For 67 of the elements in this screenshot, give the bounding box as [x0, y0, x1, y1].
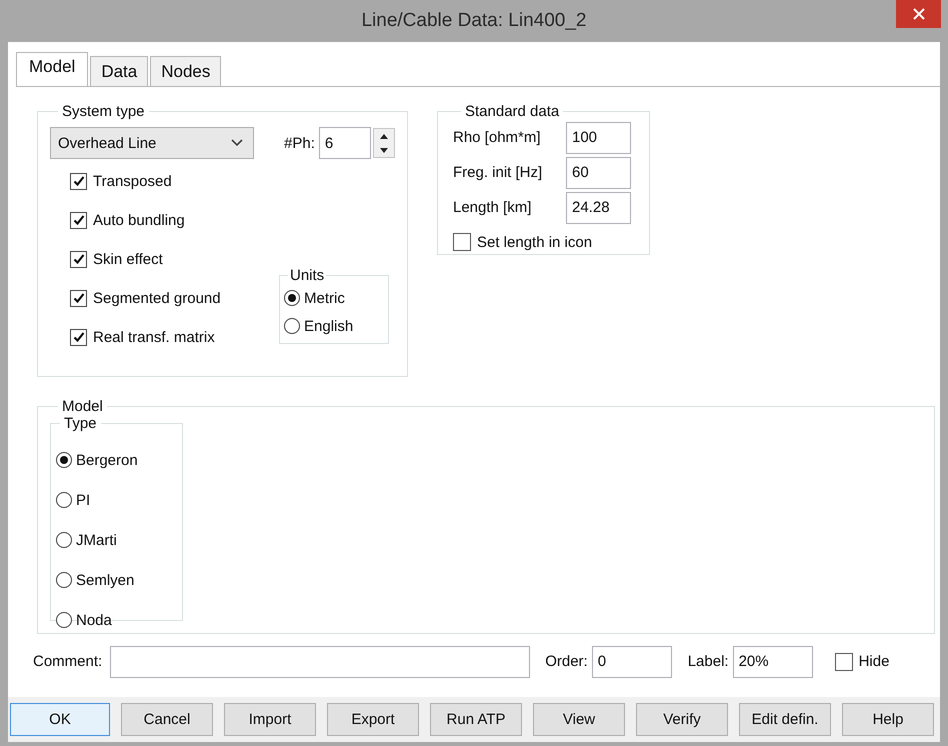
radio-label: Semlyen — [76, 572, 134, 588]
group-title: Model — [61, 398, 104, 415]
field-label: Label: — [688, 653, 729, 670]
tab[interactable]: Nodes — [150, 56, 222, 86]
close-button[interactable] — [896, 0, 941, 28]
dialog-button[interactable]: Run ATP — [430, 703, 522, 736]
field-label: #Ph: — [284, 134, 315, 152]
radio-button[interactable] — [56, 612, 72, 628]
system-type-dropdown[interactable]: Overhead Line — [50, 127, 254, 159]
tab[interactable]: Data — [90, 56, 148, 86]
checkbox[interactable] — [70, 212, 87, 228]
down-arrow-icon — [380, 148, 388, 152]
input-field[interactable]: 100 — [566, 122, 631, 154]
dialog-button[interactable]: Edit defin. — [739, 703, 831, 736]
checkbox-label: Hide — [858, 653, 890, 670]
label-field[interactable]: 20% — [732, 646, 813, 678]
spinner[interactable] — [372, 128, 395, 158]
phases-field[interactable]: 6 — [318, 127, 371, 159]
radio-label: Noda — [76, 612, 112, 628]
radio-label: Metric — [304, 290, 345, 306]
dialog-button[interactable]: OK — [10, 703, 110, 736]
group-title: Units — [289, 267, 326, 284]
checkbox[interactable] — [70, 290, 87, 306]
chevron-down-icon — [231, 139, 243, 147]
dialog-button[interactable]: Help — [842, 703, 934, 736]
radio-label: English — [304, 318, 354, 334]
checkbox-label: Real transf. matrix — [93, 328, 215, 346]
dialog-button[interactable]: Export — [327, 703, 419, 736]
input-field[interactable]: 60 — [566, 156, 631, 188]
dialog-button[interactable]: Import — [224, 703, 316, 736]
order-field[interactable]: 0 — [592, 646, 672, 678]
close-icon — [912, 8, 924, 20]
checkbox-label: Transposed — [93, 172, 172, 190]
tab[interactable]: Model — [16, 52, 88, 86]
radio-label: Bergeron — [76, 452, 138, 468]
checkbox-label: Segmented ground — [93, 290, 221, 306]
group-title: Standard data — [464, 103, 560, 120]
group-title: Type — [63, 415, 98, 432]
checkbox-label: Auto bundling — [93, 212, 185, 228]
dialog-button[interactable]: Verify — [636, 703, 728, 736]
checkbox[interactable] — [70, 172, 87, 190]
field-label: Comment: — [33, 653, 102, 670]
radio-button[interactable] — [284, 290, 300, 306]
field-label: Order: — [545, 653, 588, 670]
dialog-button[interactable]: Cancel — [121, 703, 213, 736]
field-label: Rho [ohm*m] — [453, 129, 542, 146]
radio-label: PI — [76, 492, 90, 508]
dialog-button[interactable]: View — [533, 703, 625, 736]
radio-label: JMarti — [76, 532, 117, 548]
window-title: Line/Cable Data: Lin400_2 — [361, 10, 586, 32]
checkbox[interactable] — [834, 652, 853, 670]
checkbox[interactable] — [70, 328, 87, 346]
radio-button[interactable] — [284, 318, 300, 334]
radio-button[interactable] — [56, 492, 72, 508]
checkbox[interactable] — [453, 233, 471, 251]
checkbox-label: Skin effect — [93, 250, 163, 268]
radio-button[interactable] — [56, 532, 72, 548]
radio-button[interactable] — [56, 572, 72, 588]
comment-field[interactable] — [110, 646, 530, 678]
group-title: System type — [61, 103, 146, 120]
field-label: Length [km] — [453, 199, 532, 216]
checkbox-label: Set length in icon — [477, 234, 592, 250]
checkbox[interactable] — [70, 250, 87, 268]
radio-button[interactable] — [56, 452, 72, 468]
input-field[interactable]: 24.28 — [566, 192, 631, 224]
up-arrow-icon — [380, 134, 388, 138]
field-label: Freg. init [Hz] — [453, 164, 544, 181]
